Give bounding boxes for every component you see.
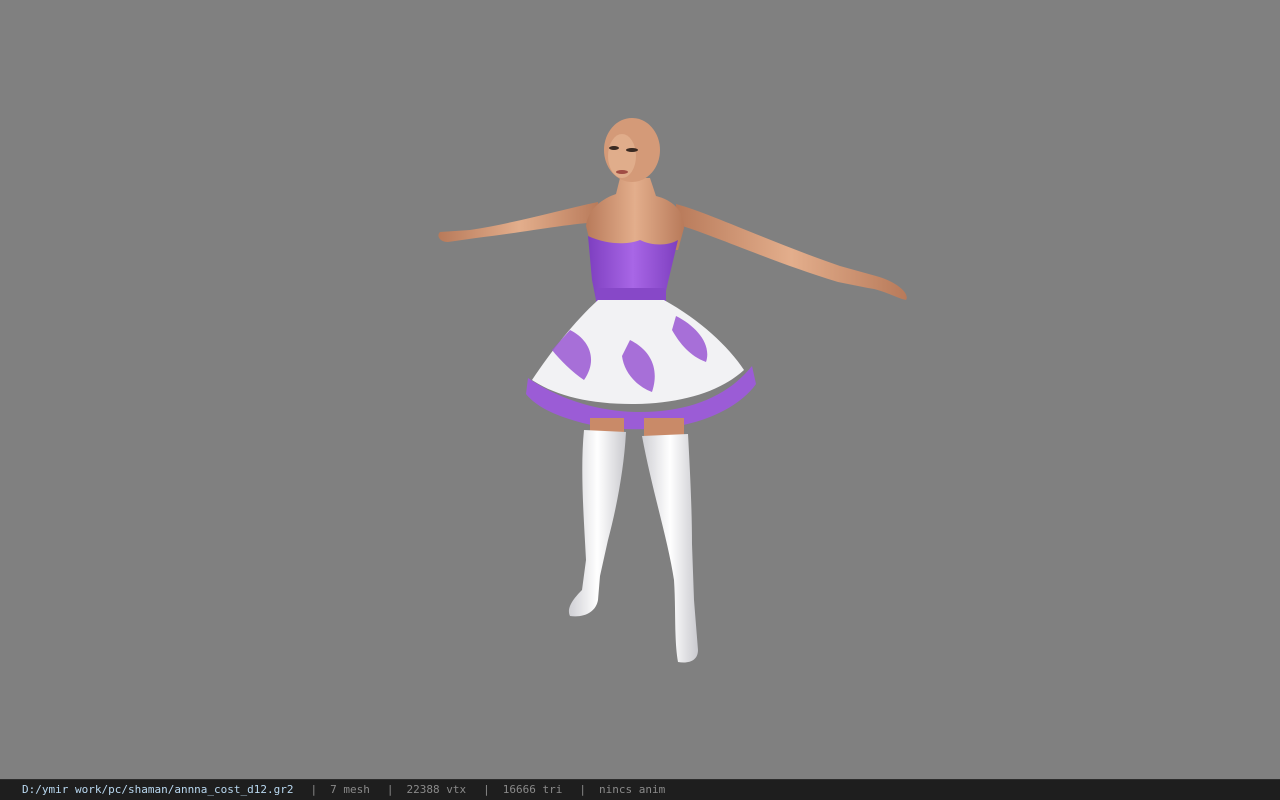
animation-status: nincs anim: [599, 783, 666, 796]
left-boot: [568, 430, 626, 617]
left-arm: [438, 202, 600, 242]
vertex-count: 22388 vtx: [406, 783, 467, 796]
right-eye: [626, 148, 638, 152]
left-eye: [609, 146, 619, 150]
separator: |: [310, 783, 318, 796]
triangle-count: 16666 tri: [502, 783, 563, 796]
separator: |: [579, 783, 586, 796]
mouth: [616, 170, 628, 174]
3d-viewport[interactable]: [0, 0, 1280, 779]
character-model[interactable]: [0, 0, 1280, 779]
right-arm: [676, 204, 907, 300]
mesh-count: 7 mesh: [330, 783, 370, 796]
separator: |: [483, 783, 490, 796]
torso-skin: [586, 178, 684, 250]
separator: |: [386, 783, 394, 796]
status-bar: D:/ymir work/pc/shaman/annna_cost_d12.gr…: [0, 779, 1280, 800]
file-path: D:/ymir work/pc/shaman/annna_cost_d12.gr…: [22, 783, 294, 796]
right-boot: [642, 434, 698, 663]
right-thigh: [644, 418, 684, 436]
